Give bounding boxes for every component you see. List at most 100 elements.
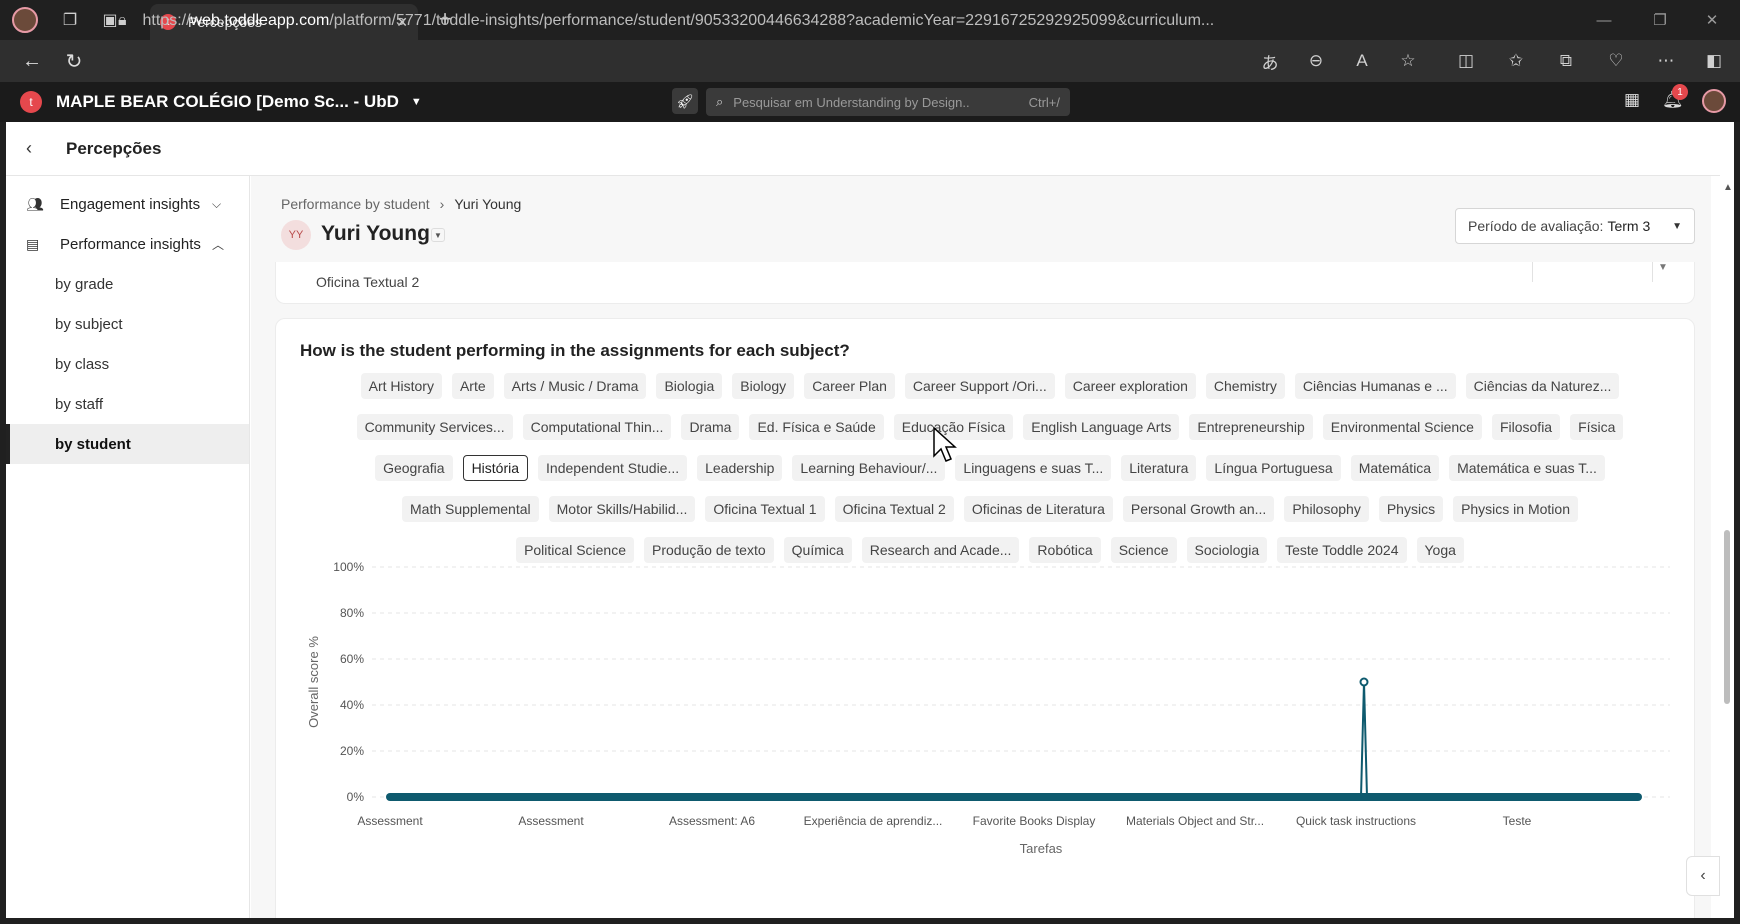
zoom-out-icon[interactable]: ⊖ <box>1296 40 1336 82</box>
subject-chip[interactable]: Art History <box>360 373 442 399</box>
scroll-down-icon[interactable]: ▼ <box>1658 262 1668 273</box>
rocket-icon[interactable]: 🚀︎ <box>672 88 698 114</box>
subject-chip[interactable]: English Language Arts <box>1023 414 1180 440</box>
previous-card: Oficina Textual 2 ▼ <box>275 262 1695 304</box>
minimize-icon[interactable]: — <box>1576 0 1632 40</box>
y-tick-label: 100% <box>333 560 364 574</box>
subject-chip[interactable]: Biology <box>732 373 795 399</box>
subject-chip[interactable]: Career Plan <box>804 373 895 399</box>
subject-chip[interactable]: História <box>462 455 529 481</box>
student-dropdown-icon[interactable]: ▼ <box>431 228 445 242</box>
subject-chip[interactable]: Motor Skills/Habilid... <box>548 496 696 522</box>
subject-chip[interactable]: Matemática <box>1350 455 1440 481</box>
series-line <box>390 681 1638 798</box>
subject-chip[interactable]: Filosofia <box>1491 414 1561 440</box>
sidebar-item-by-subject[interactable]: by subject <box>6 304 249 344</box>
subject-chip[interactable]: Entrepreneurship <box>1189 414 1313 440</box>
subject-chip[interactable]: Ciências da Naturez... <box>1465 373 1620 399</box>
subject-chip[interactable]: Oficina Textual 2 <box>834 496 954 522</box>
subject-chip[interactable]: Career Support /Ori... <box>904 373 1055 399</box>
sidebar-item-by-class[interactable]: by class <box>6 344 249 384</box>
subject-chip[interactable]: Chemistry <box>1205 373 1285 399</box>
chip-row: Community Services... Computational Thin.… <box>300 414 1680 444</box>
student-avatar: YY <box>281 220 311 250</box>
subject-chip[interactable]: Ciências Humanas e ... <box>1294 373 1456 399</box>
url-field[interactable]: 🔒︎ https://web.toddleapp.com/platform/57… <box>118 4 1238 38</box>
sidebar-item-label: Engagement insights <box>60 195 201 213</box>
subject-chip[interactable]: Oficinas de Literatura <box>963 496 1113 522</box>
search-shortcut: Ctrl+/ <box>1028 94 1060 110</box>
sidebar-item-by-grade[interactable]: by grade <box>6 264 249 304</box>
sidebar-item-by-student[interactable]: by student <box>6 424 249 464</box>
subject-chip[interactable]: Física <box>1570 414 1624 440</box>
subject-chip[interactable]: Philosophy <box>1284 496 1369 522</box>
vertical-scrollbar[interactable]: ▲ <box>1720 122 1734 918</box>
subject-chip[interactable]: Computational Thin... <box>522 414 672 440</box>
breadcrumb-link[interactable]: Performance by student <box>281 196 430 212</box>
subject-chip[interactable]: Oficina Textual 1 <box>705 496 825 522</box>
clipped-row-text: Oficina Textual 2 <box>316 274 420 290</box>
sidebar-item-performance-insights[interactable]: ▤ Performance insights ︿ <box>6 224 249 264</box>
user-avatar[interactable] <box>1702 89 1726 113</box>
search-input[interactable]: ⌕ Pesquisar em Understanding by Design..… <box>706 88 1070 116</box>
page: ‹ Percepções 👥︎ Engagement insights ⌵ ▤ … <box>6 122 1734 918</box>
x-tick-label: Assessment <box>357 814 423 828</box>
back-arrow-icon[interactable]: ← <box>12 41 52 81</box>
chevron-left-icon[interactable]: ‹ <box>26 138 46 159</box>
subject-chip[interactable]: Biologia <box>656 373 723 399</box>
split-screen-icon[interactable]: ◫ <box>1446 40 1486 82</box>
period-select[interactable]: Período de avaliação: Term 3 ▼ <box>1455 208 1695 244</box>
more-options-icon[interactable]: ⋯ <box>1646 40 1686 82</box>
subject-chip[interactable]: Literatura <box>1121 455 1197 481</box>
subject-chip[interactable]: Drama <box>681 414 740 440</box>
subject-chip[interactable]: Arte <box>451 373 494 399</box>
translate-icon[interactable]: あ <box>1250 40 1290 82</box>
subject-chip[interactable]: Linguagens e suas T... <box>955 455 1112 481</box>
school-name[interactable]: MAPLE BEAR COLÉGIO [Demo Sc... - UbD <box>56 92 399 112</box>
x-tick-label: Materials Object and Str... <box>1126 814 1264 828</box>
sidebar-item-engagement-insights[interactable]: 👥︎ Engagement insights ⌵ <box>6 184 249 224</box>
subject-chip[interactable]: Personal Growth an... <box>1122 496 1275 522</box>
favorite-star-icon[interactable]: ☆ <box>1388 40 1428 82</box>
subject-chip[interactable]: Physics in Motion <box>1453 496 1578 522</box>
assignments-card: How is the student performing in the ass… <box>275 318 1695 918</box>
card-title: How is the student performing in the ass… <box>300 341 850 360</box>
subject-chip[interactable]: Língua Portuguesa <box>1206 455 1341 481</box>
calendar-icon[interactable]: ▦ <box>1624 90 1640 110</box>
subject-chip[interactable]: Matemática e suas T... <box>1449 455 1605 481</box>
breadcrumb: Performance by student › Yuri Young <box>281 196 521 212</box>
subject-chip[interactable]: Independent Studie... <box>538 455 688 481</box>
main-content: Performance by student › Yuri Young YY Y… <box>251 176 1711 918</box>
people-icon: 👥︎ <box>26 195 44 212</box>
chevron-left-icon[interactable]: ‹ <box>1686 856 1720 896</box>
chip-row: Art History Arte Arts / Music / Drama Biolo… <box>300 373 1680 403</box>
read-aloud-icon[interactable]: A <box>1342 40 1382 82</box>
subject-chip[interactable]: Learning Behaviour/... <box>792 455 946 481</box>
subject-chip[interactable]: Ed. Física e Saúde <box>749 414 884 440</box>
profile-avatar[interactable] <box>12 7 38 33</box>
workspaces-icon[interactable]: ❐ <box>50 0 90 40</box>
subject-chip[interactable]: Geografia <box>375 455 453 481</box>
subject-chip[interactable]: Arts / Music / Drama <box>503 373 647 399</box>
url-host: web.toddleapp.com <box>190 12 330 29</box>
favorites-icon[interactable]: ✩ <box>1496 40 1536 82</box>
restore-icon[interactable]: ❐ <box>1632 0 1688 40</box>
chip-row: Geografia História Independent Studie... Le… <box>300 455 1680 485</box>
scroll-thumb[interactable] <box>1724 530 1730 704</box>
scroll-up-icon[interactable]: ▲ <box>1723 182 1733 193</box>
x-tick-label: Favorite Books Display <box>973 814 1096 828</box>
health-icon[interactable]: ♡ <box>1596 40 1636 82</box>
chevron-down-icon[interactable]: ▼ <box>411 96 422 108</box>
subject-chip[interactable]: Community Services... <box>356 414 513 440</box>
subject-chip[interactable]: Career exploration <box>1064 373 1196 399</box>
sidebar-item-by-staff[interactable]: by staff <box>6 384 249 424</box>
subject-chip[interactable]: Physics <box>1378 496 1444 522</box>
y-tick-label: 40% <box>340 698 364 712</box>
subject-chip[interactable]: Leadership <box>697 455 783 481</box>
refresh-icon[interactable]: ↻ <box>54 41 94 81</box>
subject-chip[interactable]: Environmental Science <box>1322 414 1482 440</box>
sidebar-toggle-icon[interactable]: ◧ <box>1694 40 1734 82</box>
close-window-icon[interactable]: ✕ <box>1684 0 1740 40</box>
collections-icon[interactable]: ⧉ <box>1546 40 1586 82</box>
subject-chip[interactable]: Math Supplemental <box>402 496 539 522</box>
